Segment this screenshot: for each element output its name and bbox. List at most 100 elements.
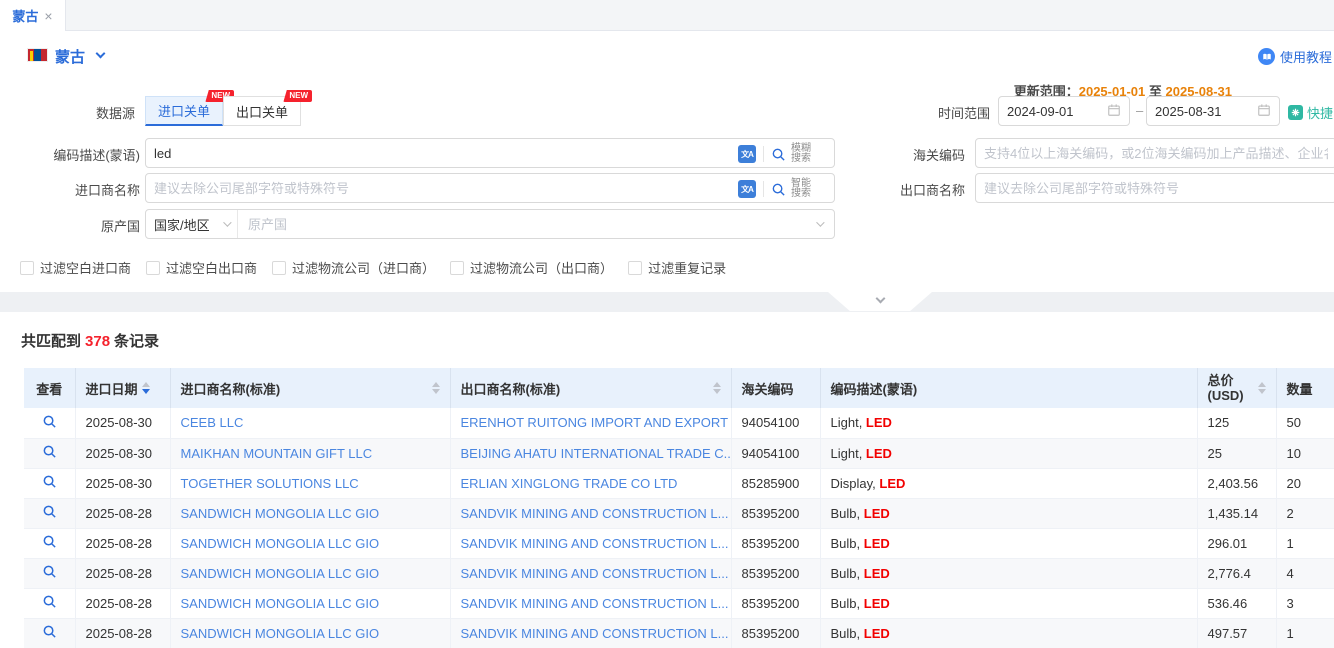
exporter-link[interactable]: SANDVIK MINING AND CONSTRUCTION L... bbox=[461, 536, 729, 551]
cell-desc: Bulb, LED bbox=[820, 618, 1197, 648]
tab-export-declarations[interactable]: 出口关单 NEW bbox=[223, 96, 301, 126]
exporter-link[interactable]: BEIJING AHATU INTERNATIONAL TRADE C... bbox=[461, 446, 732, 461]
led-highlight: LED bbox=[864, 536, 890, 551]
led-highlight: LED bbox=[866, 446, 892, 461]
checkbox[interactable] bbox=[20, 261, 34, 275]
code-desc-input[interactable] bbox=[145, 138, 835, 168]
sort-icon[interactable] bbox=[1258, 382, 1266, 394]
translate-icon[interactable]: 文A bbox=[738, 180, 756, 198]
view-record-button[interactable] bbox=[42, 534, 57, 549]
hs-code-input[interactable] bbox=[975, 138, 1334, 168]
end-date-input[interactable]: 2025-08-31 bbox=[1146, 96, 1280, 126]
cell-hs-code: 85395200 bbox=[731, 528, 820, 558]
exporter-link[interactable]: SANDVIK MINING AND CONSTRUCTION L... bbox=[461, 506, 729, 521]
exporter-link[interactable]: SANDVIK MINING AND CONSTRUCTION L... bbox=[461, 596, 729, 611]
date-separator: – bbox=[1136, 103, 1143, 118]
result-suffix: 条记录 bbox=[114, 333, 159, 350]
checkbox-duplicate-records[interactable]: 过滤重复记录 bbox=[628, 258, 726, 277]
book-icon bbox=[1258, 48, 1275, 65]
tutorial-link[interactable]: 使用教程 bbox=[1258, 47, 1332, 66]
smart-search-button[interactable]: 智能搜索 bbox=[771, 179, 813, 199]
importer-link[interactable]: SANDWICH MONGOLIA LLC GIO bbox=[181, 536, 380, 551]
col-qty: 数量 bbox=[1276, 368, 1334, 408]
view-record-button[interactable] bbox=[42, 624, 57, 639]
calendar-icon bbox=[1107, 103, 1121, 120]
checkbox-logistics-exporter[interactable]: 过滤物流公司（出口商） bbox=[450, 258, 613, 277]
cell-desc: Bulb, LED bbox=[820, 558, 1197, 588]
view-record-button[interactable] bbox=[42, 444, 57, 459]
sort-icon[interactable] bbox=[432, 382, 440, 394]
view-record-button[interactable] bbox=[42, 594, 57, 609]
search-icon bbox=[771, 147, 786, 162]
collapse-strip bbox=[0, 292, 1334, 312]
col-importer[interactable]: 进口商名称(标准) bbox=[170, 368, 450, 408]
col-import-date[interactable]: 进口日期 bbox=[75, 368, 170, 408]
quick-select-label: 快捷 bbox=[1307, 103, 1333, 122]
code-desc-input-icons: 文A 模糊搜索 bbox=[738, 144, 813, 164]
table-row: 2025-08-28 SANDWICH MONGOLIA LLC GIO SAN… bbox=[24, 588, 1334, 618]
col-exporter[interactable]: 出口商名称(标准) bbox=[450, 368, 731, 408]
cell-hs-code: 94054100 bbox=[731, 408, 820, 438]
importer-input-icons: 文A 智能搜索 bbox=[738, 179, 813, 199]
table-row: 2025-08-28 SANDWICH MONGOLIA LLC GIO SAN… bbox=[24, 528, 1334, 558]
cell-desc: Bulb, LED bbox=[820, 588, 1197, 618]
origin-region-select[interactable]: 国家/地区 bbox=[146, 210, 238, 238]
importer-link[interactable]: TOGETHER SOLUTIONS LLC bbox=[181, 476, 359, 491]
tab-strip: 蒙古 × bbox=[0, 0, 1334, 31]
close-icon[interactable]: × bbox=[44, 9, 52, 23]
exporter-link[interactable]: SANDVIK MINING AND CONSTRUCTION L... bbox=[461, 566, 729, 581]
chevron-down-icon[interactable] bbox=[96, 49, 106, 59]
checkbox-logistics-importer[interactable]: 过滤物流公司（进口商） bbox=[272, 258, 435, 277]
col-code-desc: 编码描述(蒙语) bbox=[820, 368, 1197, 408]
importer-link[interactable]: CEEB LLC bbox=[181, 415, 244, 430]
cell-total: 497.57 bbox=[1197, 618, 1276, 648]
collapse-panel-button[interactable] bbox=[828, 292, 932, 311]
exporter-link[interactable]: ERLIAN XINGLONG TRADE CO LTD bbox=[461, 476, 678, 491]
tab-mongolia[interactable]: 蒙古 × bbox=[0, 0, 66, 31]
checkbox[interactable] bbox=[450, 261, 464, 275]
fuzzy-search-button[interactable]: 模糊搜索 bbox=[771, 144, 813, 164]
importer-link[interactable]: SANDWICH MONGOLIA LLC GIO bbox=[181, 626, 380, 641]
exporter-input[interactable] bbox=[975, 173, 1334, 203]
table-row: 2025-08-28 SANDWICH MONGOLIA LLC GIO SAN… bbox=[24, 558, 1334, 588]
exporter-link[interactable]: SANDVIK MINING AND CONSTRUCTION L... bbox=[461, 626, 729, 641]
importer-link[interactable]: SANDWICH MONGOLIA LLC GIO bbox=[181, 596, 380, 611]
checkbox-blank-importer[interactable]: 过滤空白进口商 bbox=[20, 258, 131, 277]
checkbox[interactable] bbox=[272, 261, 286, 275]
country-title: 蒙古 bbox=[55, 46, 85, 67]
view-record-button[interactable] bbox=[42, 504, 57, 519]
chevron-down-icon bbox=[816, 218, 824, 226]
cell-hs-code: 85395200 bbox=[731, 498, 820, 528]
checkbox-blank-exporter[interactable]: 过滤空白出口商 bbox=[146, 258, 257, 277]
quick-select-link[interactable]: 快捷 bbox=[1288, 103, 1333, 122]
exporter-link[interactable]: ERENHOT RUITONG IMPORT AND EXPORT ... bbox=[461, 415, 732, 430]
importer-label: 进口商名称 bbox=[0, 180, 140, 199]
importer-link[interactable]: SANDWICH MONGOLIA LLC GIO bbox=[181, 566, 380, 581]
led-highlight: LED bbox=[866, 415, 892, 430]
importer-link[interactable]: SANDWICH MONGOLIA LLC GIO bbox=[181, 506, 380, 521]
checkbox[interactable] bbox=[628, 261, 642, 275]
start-date-input[interactable]: 2024-09-01 bbox=[998, 96, 1130, 126]
checkbox[interactable] bbox=[146, 261, 160, 275]
view-record-button[interactable] bbox=[42, 564, 57, 579]
col-total-usd[interactable]: 总价 (USD) bbox=[1197, 368, 1276, 408]
view-record-button[interactable] bbox=[42, 414, 57, 429]
view-record-button[interactable] bbox=[42, 474, 57, 489]
cell-date: 2025-08-28 bbox=[75, 528, 170, 558]
tab-import-declarations[interactable]: 进口关单 NEW bbox=[145, 96, 223, 126]
importer-link[interactable]: MAIKHAN MOUNTAIN GIFT LLC bbox=[181, 446, 373, 461]
sort-icon[interactable] bbox=[142, 382, 150, 394]
code-desc-label: 编码描述(蒙语) bbox=[0, 145, 140, 164]
sort-icon[interactable] bbox=[713, 382, 721, 394]
table-row: 2025-08-30 CEEB LLC ERENHOT RUITONG IMPO… bbox=[24, 408, 1334, 438]
cell-total: 1,435.14 bbox=[1197, 498, 1276, 528]
cell-total: 2,403.56 bbox=[1197, 468, 1276, 498]
led-highlight: LED bbox=[864, 626, 890, 641]
importer-input[interactable] bbox=[145, 173, 835, 203]
led-highlight: LED bbox=[864, 566, 890, 581]
cell-hs-code: 94054100 bbox=[731, 438, 820, 468]
translate-icon[interactable]: 文A bbox=[738, 145, 756, 163]
exporter-label: 出口商名称 bbox=[880, 180, 965, 199]
cell-qty: 2 bbox=[1276, 498, 1334, 528]
origin-input[interactable] bbox=[238, 217, 816, 232]
